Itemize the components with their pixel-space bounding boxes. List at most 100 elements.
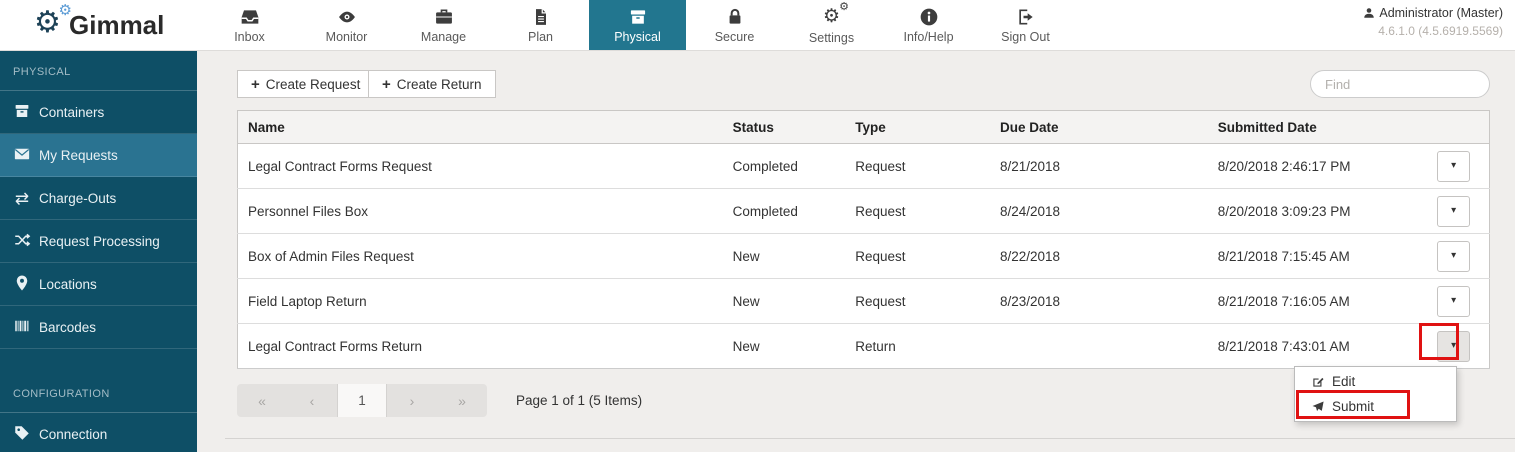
cell-due-date: 8/24/2018 [990,189,1208,234]
last-page-button[interactable]: » [437,384,487,417]
nav-tab-secure[interactable]: Secure [686,0,783,50]
plus-icon: + [382,77,391,92]
table-row[interactable]: Personnel Files Box Completed Request 8/… [238,189,1490,234]
archive-box-icon [628,7,648,27]
barcode-icon [13,317,39,338]
pagination: « ‹ 1 › » [237,384,487,417]
column-header-submitted-date[interactable]: Submitted Date [1208,111,1423,144]
sidebar-section-configuration: CONFIGURATION [0,372,197,413]
archive-box-icon [13,102,39,123]
nav-tab-inbox[interactable]: Inbox [201,0,298,50]
shuffle-arrows-icon [13,231,39,252]
sidebar-item-label: Barcodes [39,320,96,335]
create-request-button[interactable]: + Create Request [237,70,374,98]
document-icon [531,7,551,27]
app-version: 4.6.1.0 (4.5.6919.5569) [1363,24,1503,38]
top-header: ⚙ ⚙ Gimmal Inbox Monitor Manage Plan [0,0,1515,51]
gears-icon: ⚙ ⚙ [823,6,840,28]
sidebar-item-label: Request Processing [39,234,160,249]
nav-tab-manage[interactable]: Manage [395,0,492,50]
sidebar: PHYSICAL Containers My Requests ⇄ Charge… [0,50,197,452]
cell-status: New [723,324,846,369]
caret-down-icon: ▾ [1451,296,1456,306]
column-header-status[interactable]: Status [723,111,846,144]
cell-status: New [723,279,846,324]
current-user[interactable]: Administrator (Master) [1363,6,1503,20]
cell-submitted-date: 8/20/2018 3:09:23 PM [1208,189,1423,234]
cell-type: Request [845,234,990,279]
sidebar-item-request-processing[interactable]: Request Processing [0,220,197,263]
column-header-name[interactable]: Name [238,111,723,144]
nav-tab-settings[interactable]: ⚙ ⚙ Settings [783,0,880,50]
map-pin-icon [13,274,39,295]
cell-due-date [990,324,1208,369]
user-name: Administrator (Master) [1379,6,1503,20]
table-row[interactable]: Legal Contract Forms Request Completed R… [238,144,1490,189]
sidebar-item-connection[interactable]: Connection [0,413,197,452]
gimmal-app: ⚙ ⚙ Gimmal Inbox Monitor Manage Plan [0,0,1515,452]
previous-page-button[interactable]: ‹ [287,384,337,417]
sidebar-item-label: Charge-Outs [39,191,116,206]
exchange-arrows-icon: ⇄ [13,190,31,207]
sidebar-item-charge-outs[interactable]: ⇄ Charge-Outs [0,177,197,220]
user-block: Administrator (Master) 4.6.1.0 (4.5.6919… [1363,6,1503,38]
table-header-row: Name Status Type Due Date Submitted Date [238,111,1490,144]
tag-icon [13,424,39,445]
cell-due-date: 8/23/2018 [990,279,1208,324]
sidebar-item-locations[interactable]: Locations [0,263,197,306]
column-header-due-date[interactable]: Due Date [990,111,1208,144]
lock-icon [725,7,745,27]
caret-down-icon: ▾ [1451,341,1456,351]
row-actions-dropdown-button[interactable]: ▾ [1437,151,1470,182]
menu-item-submit[interactable]: Submit [1295,394,1456,419]
page-number-button[interactable]: 1 [337,384,387,417]
sidebar-item-label: Locations [39,277,97,292]
cell-submitted-date: 8/20/2018 2:46:17 PM [1208,144,1423,189]
sign-out-icon [1016,7,1036,27]
first-page-button[interactable]: « [237,384,287,417]
cell-type: Request [845,189,990,234]
nav-tab-monitor[interactable]: Monitor [298,0,395,50]
requests-table: Name Status Type Due Date Submitted Date… [237,110,1490,369]
row-actions-dropdown-button[interactable]: ▾ [1437,241,1470,272]
plus-icon: + [251,77,260,92]
paper-plane-icon [1311,400,1325,414]
find-input[interactable] [1310,70,1490,98]
cell-submitted-date: 8/21/2018 7:43:01 AM [1208,324,1423,369]
sidebar-item-my-requests[interactable]: My Requests [0,134,197,177]
create-return-button[interactable]: + Create Return [368,70,496,98]
cell-submitted-date: 8/21/2018 7:15:45 AM [1208,234,1423,279]
caret-down-icon: ▾ [1451,251,1456,261]
sidebar-item-label: Containers [39,105,104,120]
caret-down-icon: ▾ [1451,161,1456,171]
cell-name: Field Laptop Return [238,279,723,324]
nav-tab-plan[interactable]: Plan [492,0,589,50]
sidebar-item-containers[interactable]: Containers [0,91,197,134]
cell-due-date: 8/21/2018 [990,144,1208,189]
table-row[interactable]: Box of Admin Files Request New Request 8… [238,234,1490,279]
column-header-actions [1423,111,1489,144]
table-row[interactable]: Legal Contract Forms Return New Return 8… [238,324,1490,369]
nav-tab-physical[interactable]: Physical [589,0,686,50]
bottom-divider [225,438,1515,439]
cell-type: Return [845,324,990,369]
sidebar-item-barcodes[interactable]: Barcodes [0,306,197,349]
nav-tab-info-help[interactable]: Info/Help [880,0,977,50]
row-actions-dropdown-button-open[interactable]: ▾ [1437,331,1470,362]
edit-icon [1311,375,1325,389]
cell-status: New [723,234,846,279]
cell-name: Legal Contract Forms Return [238,324,723,369]
user-icon [1363,7,1375,19]
row-actions-dropdown-button[interactable]: ▾ [1437,286,1470,317]
row-actions-dropdown-button[interactable]: ▾ [1437,196,1470,227]
table-row[interactable]: Field Laptop Return New Request 8/23/201… [238,279,1490,324]
menu-item-edit[interactable]: Edit [1295,369,1456,394]
briefcase-icon [434,7,454,27]
nav-tab-sign-out[interactable]: Sign Out [977,0,1074,50]
sidebar-section-physical: PHYSICAL [0,50,197,91]
info-circle-icon [919,7,939,27]
next-page-button[interactable]: › [387,384,437,417]
inbox-icon [240,7,260,27]
row-actions-menu: Edit Submit [1294,366,1457,422]
column-header-type[interactable]: Type [845,111,990,144]
